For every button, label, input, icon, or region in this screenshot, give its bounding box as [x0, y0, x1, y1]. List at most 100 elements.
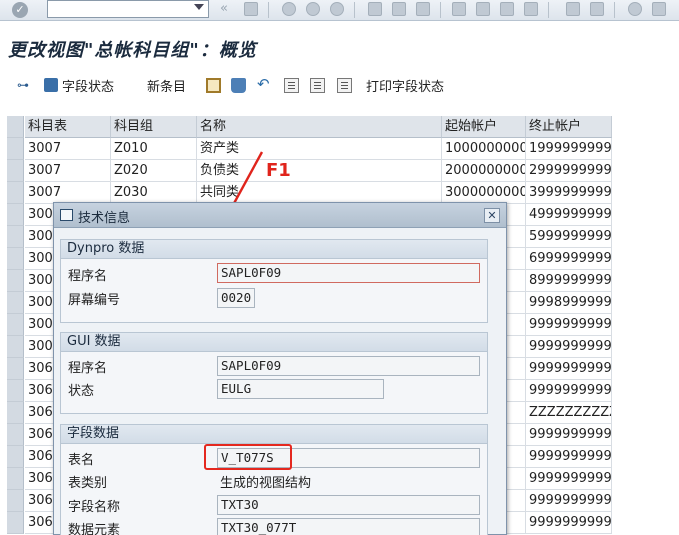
command-field[interactable]	[47, 0, 209, 18]
table-row[interactable]: 3007 Z010 资产类 1000000000 1999999999	[7, 138, 613, 160]
data-element-field[interactable]: TXT30_077T	[217, 518, 480, 535]
row-selector[interactable]	[7, 182, 24, 204]
field-name-field[interactable]: TXT30	[217, 495, 480, 515]
column-header[interactable]: 起始帐户	[442, 116, 526, 138]
dynpro-data-group: Dynpro 数据 程序名 SAPL0F09 屏幕编号 0020	[60, 239, 488, 323]
find-icon[interactable]	[392, 2, 406, 16]
row-selector[interactable]	[7, 160, 24, 182]
new-entries-button[interactable]: 新条目	[147, 76, 186, 95]
field-name-label: 字段名称	[68, 500, 121, 515]
chevron-down-icon[interactable]	[194, 4, 204, 10]
back-icon[interactable]	[282, 2, 296, 16]
table-cell[interactable]: 5999999999	[526, 226, 612, 248]
help-icon[interactable]	[628, 2, 642, 16]
field-data-group: 字段数据 表名 V_T077S 表类别 生成的视图结构 字段名称 TXT30 数…	[60, 424, 488, 535]
cancel-icon[interactable]	[330, 2, 344, 16]
status-field[interactable]: EULG	[217, 379, 384, 399]
table-cell[interactable]: 9999999999	[526, 490, 612, 512]
table-cell[interactable]: 9999999999	[526, 468, 612, 490]
field-status-button[interactable]: 字段状态	[62, 76, 114, 95]
glasses-icon[interactable]: ⊶	[17, 78, 32, 93]
print-field-status-button[interactable]: 打印字段状态	[366, 76, 444, 95]
program-name-label: 程序名	[68, 269, 108, 284]
table-cell[interactable]: 3007	[25, 182, 111, 204]
table-cell[interactable]: 9999999999	[526, 380, 612, 402]
row-selector[interactable]	[7, 314, 24, 336]
table-cell[interactable]: Z030	[111, 182, 197, 204]
table-cell[interactable]: 3007	[25, 138, 111, 160]
table-cell[interactable]: 1999999999	[526, 138, 612, 160]
column-header[interactable]: 科目组	[111, 116, 197, 138]
table-cell[interactable]: 2999999999	[526, 160, 612, 182]
table-row[interactable]: 3007 Z020 负债类 2000000000 2999999999	[7, 160, 613, 182]
screen-number-label: 屏幕编号	[68, 293, 121, 308]
table-cell[interactable]: 8999999999	[526, 270, 612, 292]
dialog-titlebar[interactable]: 技术信息 ✕	[54, 203, 506, 228]
first-page-icon[interactable]	[452, 2, 466, 16]
table-cell[interactable]: 9999999999	[526, 358, 612, 380]
print-icon[interactable]	[368, 2, 382, 16]
screen-number-field[interactable]: 0020	[217, 288, 255, 308]
column-header[interactable]: 名称	[197, 116, 442, 138]
table-cell[interactable]: 9999999999	[526, 314, 612, 336]
row-selector[interactable]	[7, 336, 24, 358]
field-status-icon[interactable]	[44, 78, 58, 92]
table-cell[interactable]: 6999999999	[526, 248, 612, 270]
table-row[interactable]: 3007 Z030 共同类 3000000000 3999999999	[7, 182, 613, 204]
last-page-icon[interactable]	[524, 2, 538, 16]
table-cell[interactable]: 3999999999	[526, 182, 612, 204]
previous-page-icon[interactable]	[476, 2, 490, 16]
new-session-icon[interactable]	[566, 2, 580, 16]
row-selector[interactable]	[7, 380, 24, 402]
column-header[interactable]: 科目表	[25, 116, 111, 138]
gui-program-name-field[interactable]: SAPL0F09	[217, 356, 480, 376]
table-cell[interactable]: 4999999999	[526, 204, 612, 226]
shortcut-icon[interactable]	[590, 2, 604, 16]
row-selector[interactable]	[7, 490, 24, 512]
row-selector[interactable]	[7, 138, 24, 160]
table-cell[interactable]: 9999999999	[526, 512, 612, 534]
status-label: 状态	[68, 384, 95, 399]
row-selector[interactable]	[7, 468, 24, 490]
edit-document-icon	[60, 209, 73, 221]
row-selector[interactable]	[7, 292, 24, 314]
copy-icon[interactable]	[206, 78, 221, 93]
row-selector[interactable]	[7, 402, 24, 424]
table-cell[interactable]: 9999999999	[526, 336, 612, 358]
row-selector[interactable]	[7, 270, 24, 292]
row-selector[interactable]	[7, 512, 24, 534]
table-name-label: 表名	[68, 453, 95, 468]
table-cell[interactable]: ZZZZZZZZZZ	[526, 402, 612, 424]
row-selector[interactable]	[7, 446, 24, 468]
exit-icon[interactable]	[306, 2, 320, 16]
row-selector[interactable]	[7, 204, 24, 226]
table-cell[interactable]: 2000000000	[442, 160, 526, 182]
table-cell[interactable]: 9999999999	[526, 446, 612, 468]
table-cell[interactable]: 1000000000	[442, 138, 526, 160]
table-cell[interactable]: 9999999999	[526, 424, 612, 446]
double-chevron-left-icon[interactable]: «	[220, 1, 228, 16]
table-cell[interactable]: Z020	[111, 160, 197, 182]
table-cell[interactable]: 3000000000	[442, 182, 526, 204]
program-name-field[interactable]: SAPL0F09	[217, 263, 480, 283]
next-page-icon[interactable]	[500, 2, 514, 16]
delete-icon[interactable]	[231, 78, 246, 93]
row-selector[interactable]	[7, 248, 24, 270]
table-cell[interactable]: 3007	[25, 160, 111, 182]
checkmark-icon[interactable]: ✓	[12, 2, 28, 18]
row-selector[interactable]	[7, 226, 24, 248]
undo-icon[interactable]: ↶	[257, 77, 272, 93]
save-icon[interactable]	[244, 2, 258, 16]
table-cell[interactable]: 9998999999	[526, 292, 612, 314]
row-selector[interactable]	[7, 424, 24, 446]
layout-menu-icon[interactable]	[652, 2, 666, 16]
select-all-cell[interactable]	[7, 116, 24, 138]
select-all-icon[interactable]	[284, 78, 299, 93]
deselect-all-icon[interactable]	[337, 78, 352, 93]
find-next-icon[interactable]	[416, 2, 430, 16]
select-block-icon[interactable]	[310, 78, 325, 93]
close-icon[interactable]: ✕	[484, 208, 500, 223]
column-header[interactable]: 终止帐户	[526, 116, 612, 138]
row-selector[interactable]	[7, 358, 24, 380]
table-cell[interactable]: Z010	[111, 138, 197, 160]
